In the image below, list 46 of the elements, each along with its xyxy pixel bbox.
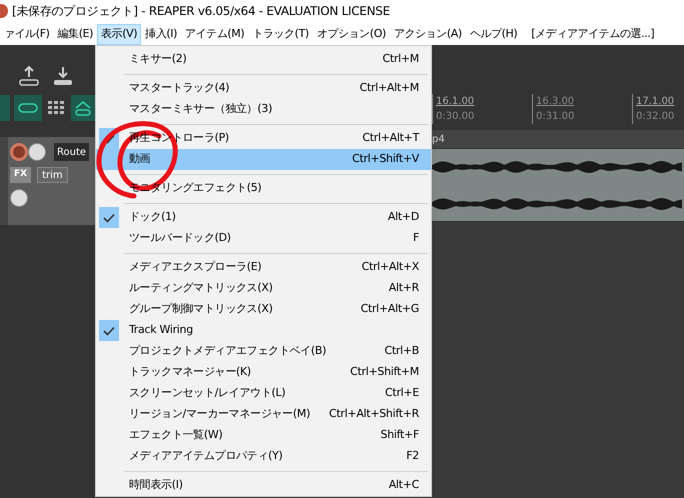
fx-button[interactable]: FX bbox=[10, 167, 32, 183]
link-icon[interactable] bbox=[14, 95, 42, 121]
menu-bar-item[interactable]: 挿入(I) bbox=[141, 24, 181, 45]
menu-item[interactable]: 時間表示(I) Alt+C bbox=[96, 475, 431, 496]
item-name: p4 bbox=[432, 132, 445, 146]
menu-item[interactable]: メディアエクスプローラ(E) Ctrl+Alt+X bbox=[96, 257, 431, 278]
download-icon[interactable] bbox=[52, 65, 74, 87]
menu-item[interactable]: スクリーンセット/レイアウト(L) Ctrl+E bbox=[96, 383, 431, 404]
menu-item[interactable]: Track Wiring bbox=[96, 320, 431, 341]
menu-item[interactable]: 動画 Ctrl+Shift+V bbox=[96, 149, 431, 170]
window-title: [未保存のプロジェクト] - REAPER v6.05/x64 - EVALUATION LICENSE bbox=[12, 3, 390, 20]
menu-bar-item[interactable]: アクション(A) bbox=[390, 24, 466, 45]
ruler-time-label: 0:32.00 bbox=[636, 110, 674, 124]
menu-item[interactable]: グループ制御マトリックス(X) Ctrl+Alt+G bbox=[96, 299, 431, 320]
menu-item[interactable]: リージョン/マーカーマネージャー(M) Ctrl+Alt+Shift+R bbox=[96, 404, 431, 425]
menu-item[interactable]: プロジェクトメディアエフェクトベイ(B) Ctrl+B bbox=[96, 341, 431, 362]
menu-item[interactable]: マスタートラック(4) Ctrl+Alt+M bbox=[96, 78, 431, 99]
menu-bar-item[interactable]: 表示(V) bbox=[97, 24, 142, 45]
ruler-time-label: 0:30.00 bbox=[436, 110, 474, 124]
menu-item[interactable]: ルーティングマトリックス(X) Alt+R bbox=[96, 278, 431, 299]
ruler-bar-label: 17.1.00 bbox=[636, 95, 674, 109]
menu-bar-item[interactable]: トラック(T) bbox=[248, 24, 313, 45]
envelope-link-icon[interactable] bbox=[71, 95, 95, 121]
menu-item[interactable]: メディアアイテムプロパティ(Y) F2 bbox=[96, 446, 431, 467]
ruler-bar-label: 16.3.00 bbox=[536, 95, 574, 109]
trim-button[interactable]: trim bbox=[37, 167, 68, 183]
ruler-bar-label: 16.1.00 bbox=[436, 95, 474, 109]
menu-bar-item[interactable]: [メディアアイテムの選...] bbox=[527, 24, 658, 45]
pan-knob[interactable] bbox=[10, 189, 28, 207]
menu-bar-item[interactable]: オプション(O) bbox=[312, 24, 390, 45]
menu-item[interactable]: ツールバードック(D) F bbox=[96, 228, 431, 249]
record-arm-button[interactable] bbox=[10, 143, 28, 161]
menu-bar-item[interactable]: ヘルプ(H) bbox=[466, 24, 522, 45]
route-button[interactable]: Route bbox=[54, 143, 90, 161]
menu-item[interactable]: マスターミキサー（独立）(3) bbox=[96, 99, 431, 120]
upload-icon[interactable] bbox=[18, 65, 40, 87]
menu-item[interactable]: トラックマネージャー(K) Ctrl+Shift+M bbox=[96, 362, 431, 383]
menu-item[interactable]: ドック(1) Alt+D bbox=[96, 207, 431, 228]
menu-item[interactable]: エフェクト一覧(W) Shift+F bbox=[96, 425, 431, 446]
volume-knob[interactable] bbox=[28, 143, 46, 161]
menu-item[interactable]: ミキサー(2) Ctrl+M bbox=[96, 49, 431, 70]
menu-bar-item[interactable]: ァイル(F) bbox=[0, 24, 54, 45]
menu-bar-item[interactable]: 編集(E) bbox=[54, 24, 98, 45]
app-logo-icon bbox=[0, 4, 8, 18]
ruler-time-label: 0:31.00 bbox=[536, 110, 574, 124]
menu-bar-item[interactable]: アイテム(M) bbox=[181, 24, 248, 45]
